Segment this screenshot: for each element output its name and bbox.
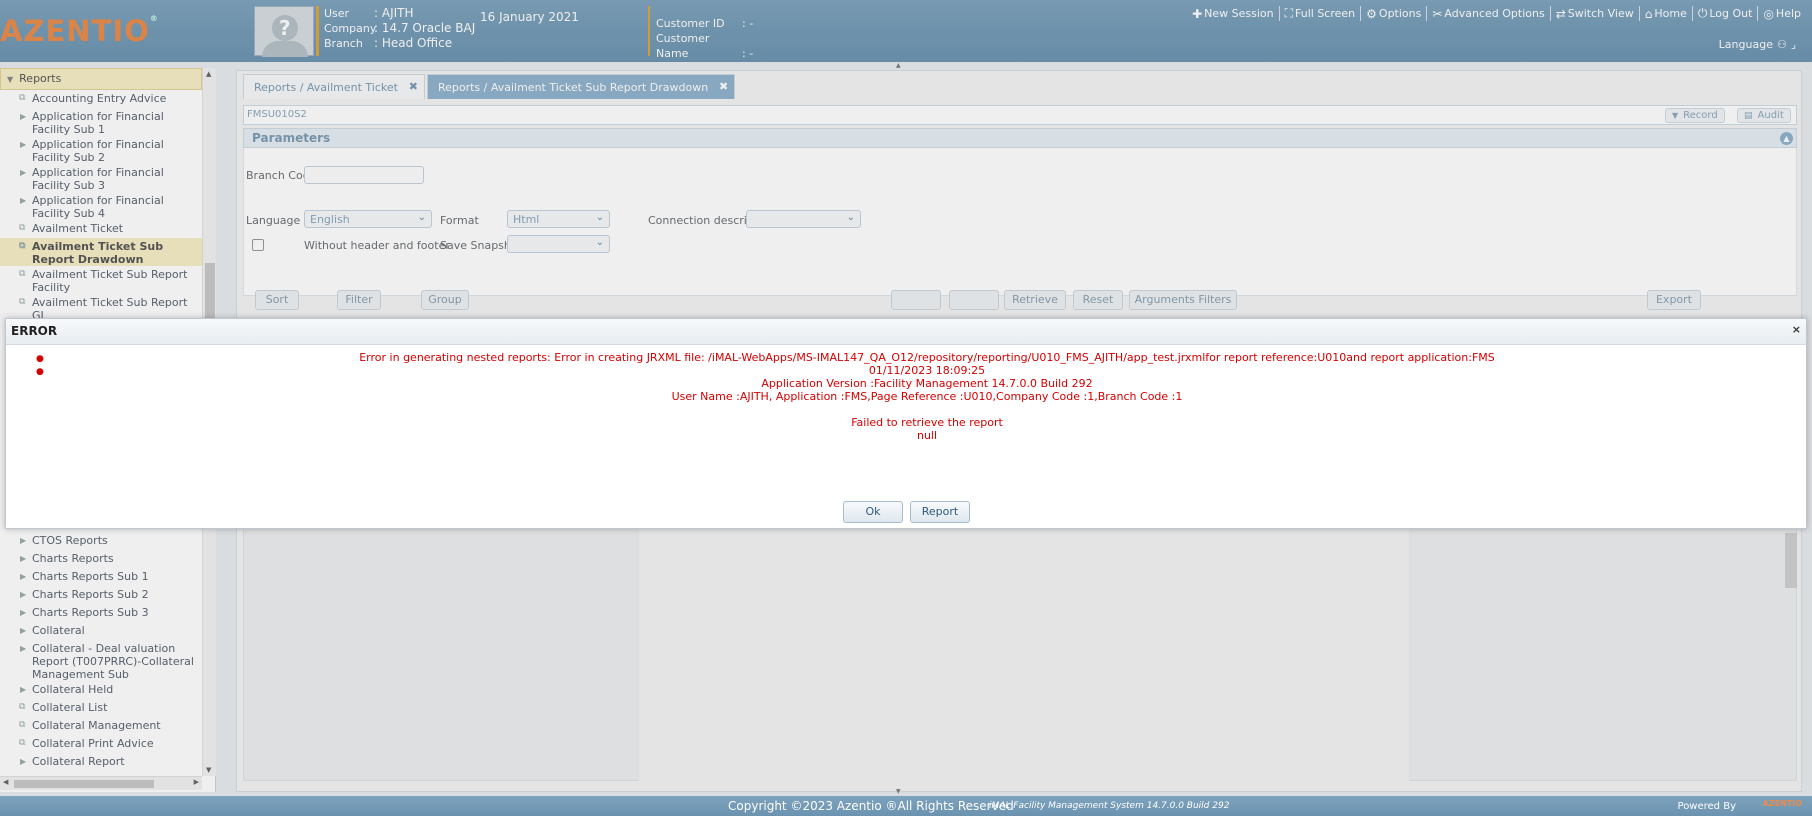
error-line-2: 01/11/2023 18:09:25 xyxy=(868,364,986,377)
system-version-text: iMAL Facility Management System 14.7.0.0… xyxy=(989,801,1230,811)
error-line-7: null xyxy=(916,429,938,442)
error-line-1: Error in generating nested reports: Erro… xyxy=(359,351,1495,364)
error-line-4: User Name :AJITH, Application :FMS,Page … xyxy=(671,390,1183,403)
collapse-footer-handle[interactable]: ▼ xyxy=(896,788,901,795)
dialog-title-bar: ERROR × xyxy=(6,319,1806,345)
powered-by-text: Powered By xyxy=(1677,801,1736,812)
error-dialog: ERROR × ● ● Error in generating nested re… xyxy=(5,318,1807,529)
ok-button[interactable]: Ok xyxy=(843,501,903,523)
dialog-title: ERROR xyxy=(11,324,58,338)
app-footer: Copyright ©2023 Azentio ®All Rights Rese… xyxy=(0,796,1812,816)
error-line-6: Failed to retrieve the report xyxy=(851,416,1003,429)
azentio-mini-logo: AZENTIO xyxy=(1762,799,1802,808)
error-line-3: Application Version :Facility Management… xyxy=(761,377,1093,390)
copyright-text: Copyright ©2023 Azentio ®All Rights Rese… xyxy=(728,799,1014,813)
close-icon[interactable]: × xyxy=(1792,323,1801,336)
report-button[interactable]: Report xyxy=(910,501,970,523)
